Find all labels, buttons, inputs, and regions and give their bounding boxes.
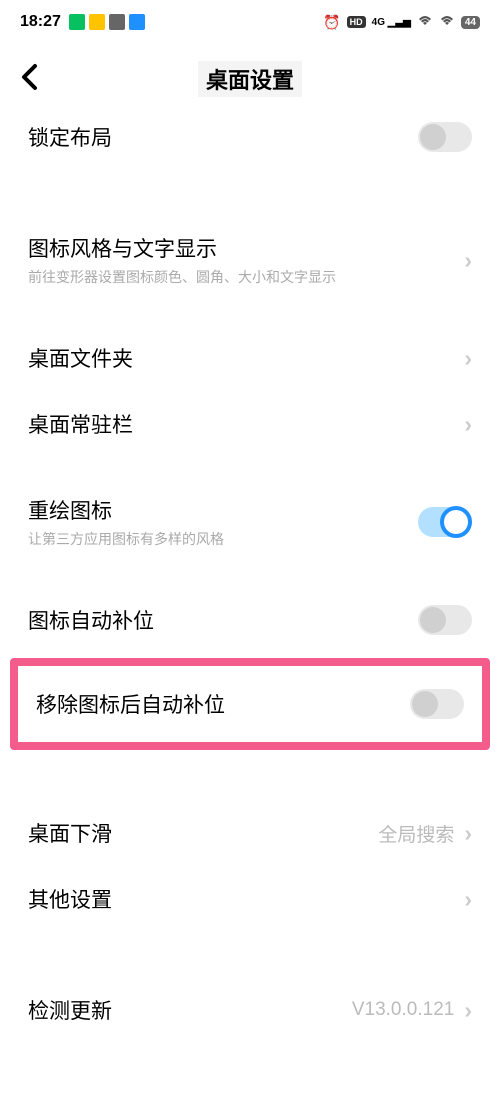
back-button[interactable] — [20, 63, 38, 96]
alipay-icon — [109, 14, 125, 30]
signal-icon: 4G ▁▃▅ — [372, 17, 411, 28]
check-update-value: V13.0.0.121 — [352, 999, 454, 1021]
remove-auto-fill-row[interactable]: 移除图标后自动补位 — [18, 671, 482, 737]
lock-layout-toggle[interactable] — [418, 122, 472, 152]
chevron-right-icon: › — [464, 345, 472, 372]
status-bar: 18:27 ⏰ HD 4G ▁▃▅ 44 — [0, 0, 500, 44]
dock-bar-label: 桌面常驻栏 — [28, 409, 464, 439]
check-update-label: 检测更新 — [28, 995, 352, 1025]
lock-layout-label: 锁定布局 — [28, 122, 418, 152]
swipe-down-value: 全局搜索 — [378, 820, 454, 847]
wechat-icon — [69, 14, 85, 30]
icon-style-row[interactable]: 图标风格与文字显示 前往变形器设置图标颜色、圆角、大小和文字显示 › — [0, 215, 500, 305]
status-right: ⏰ HD 4G ▁▃▅ 44 — [323, 14, 480, 31]
status-left: 18:27 — [20, 13, 145, 31]
app-icons — [69, 14, 145, 30]
icon-style-label: 图标风格与文字显示 — [28, 233, 464, 263]
redraw-icon-toggle[interactable] — [418, 507, 472, 537]
dock-bar-row[interactable]: 桌面常驻栏 › — [0, 391, 500, 457]
other-settings-row[interactable]: 其他设置 › — [0, 866, 500, 932]
hd-icon: HD — [347, 16, 366, 28]
redraw-icon-subtitle: 让第三方应用图标有多样的风格 — [28, 529, 418, 549]
remove-auto-fill-toggle[interactable] — [410, 689, 464, 719]
remove-auto-fill-label: 移除图标后自动补位 — [36, 689, 410, 719]
content: 锁定布局 图标风格与文字显示 前往变形器设置图标颜色、圆角、大小和文字显示 › … — [0, 114, 500, 1053]
app-icon — [129, 14, 145, 30]
chevron-right-icon: › — [464, 820, 472, 847]
alarm-icon: ⏰ — [323, 14, 340, 31]
check-update-row[interactable]: 检测更新 V13.0.0.121 › — [0, 977, 500, 1043]
meituan-icon — [89, 14, 105, 30]
chevron-right-icon: › — [464, 997, 472, 1024]
wifi-icon — [417, 14, 433, 30]
wifi-icon-2 — [439, 14, 455, 30]
highlight-box: 移除图标后自动补位 — [10, 658, 490, 750]
other-settings-label: 其他设置 — [28, 884, 464, 914]
swipe-down-label: 桌面下滑 — [28, 818, 378, 848]
battery-icon: 44 — [461, 16, 480, 29]
chevron-right-icon: › — [464, 247, 472, 274]
status-time: 18:27 — [20, 13, 61, 31]
swipe-down-row[interactable]: 桌面下滑 全局搜索 › — [0, 800, 500, 866]
auto-fill-toggle[interactable] — [418, 605, 472, 635]
page-title: 桌面设置 — [198, 61, 302, 97]
chevron-right-icon: › — [464, 411, 472, 438]
redraw-icon-row[interactable]: 重绘图标 让第三方应用图标有多样的风格 — [0, 477, 500, 567]
header: 桌面设置 — [0, 44, 500, 114]
chevron-right-icon: › — [464, 886, 472, 913]
desktop-folder-label: 桌面文件夹 — [28, 343, 464, 373]
auto-fill-row[interactable]: 图标自动补位 — [0, 587, 500, 653]
desktop-folder-row[interactable]: 桌面文件夹 › — [0, 325, 500, 391]
auto-fill-label: 图标自动补位 — [28, 605, 418, 635]
redraw-icon-label: 重绘图标 — [28, 495, 418, 525]
icon-style-subtitle: 前往变形器设置图标颜色、圆角、大小和文字显示 — [28, 267, 464, 287]
